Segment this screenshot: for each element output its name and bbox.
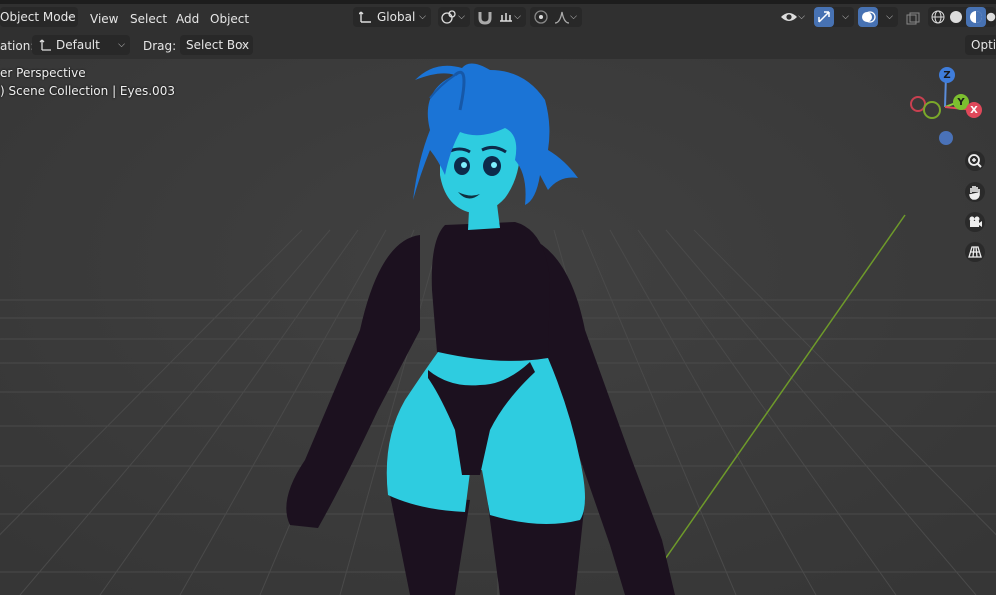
- menu-object[interactable]: Object: [210, 12, 249, 26]
- proportional-icon: [533, 9, 549, 25]
- visibility-icon: [780, 9, 798, 25]
- orientation-value: Default: [56, 38, 100, 52]
- chevron-down-icon: ⌵: [798, 12, 805, 22]
- chevron-down-icon: ⌵: [458, 12, 465, 22]
- solid-icon[interactable]: [948, 9, 964, 25]
- chevron-down-icon: ⌵: [886, 12, 893, 22]
- chevron-down-icon: ⌵: [514, 12, 521, 22]
- options-label: Optic: [971, 38, 996, 52]
- shading-mode-group[interactable]: [928, 7, 996, 27]
- menu-add[interactable]: Add: [176, 12, 199, 26]
- drag-field-label: Drag:: [143, 39, 177, 53]
- chevron-down-icon: ⌵: [419, 12, 426, 22]
- orientation-icon: [37, 37, 53, 53]
- snap-icon: [441, 9, 457, 25]
- mode-label: Object Mode: [0, 10, 76, 24]
- chevron-down-icon: ⌵: [570, 12, 577, 22]
- x-axis-handle[interactable]: X: [966, 102, 982, 118]
- chevron-down-icon: ⌵: [118, 40, 125, 50]
- grid-icon[interactable]: [961, 238, 989, 266]
- rendered-icon[interactable]: [986, 9, 996, 25]
- mode-dropdown[interactable]: Object Mode ⌵: [0, 7, 78, 27]
- collection-path: ) Scene Collection | Eyes.003: [0, 84, 175, 98]
- menu-view[interactable]: View: [90, 12, 118, 26]
- orientation-field-label: ation:: [0, 39, 35, 53]
- drag-dropdown[interactable]: Select Box ⌵: [180, 35, 253, 55]
- orientation-dropdown[interactable]: Default ⌵: [32, 35, 130, 55]
- falloff-icon: [554, 9, 570, 25]
- options-button[interactable]: Optic: [965, 35, 996, 55]
- menu-select[interactable]: Select: [130, 12, 167, 26]
- wireframe-icon[interactable]: [930, 9, 946, 25]
- chevron-down-icon: ⌵: [241, 40, 248, 50]
- chevron-down-icon: ⌵: [66, 12, 73, 22]
- zoom-icon[interactable]: [961, 147, 989, 175]
- orientation-label: Global: [377, 10, 416, 24]
- overlay-icon: [858, 7, 878, 27]
- snapping-group[interactable]: ⌵: [474, 7, 526, 27]
- proportional-editing-group[interactable]: ⌵: [530, 7, 582, 27]
- blender-app: Object Mode ⌵ View Select Add Object Glo…: [0, 0, 996, 595]
- gizmo-toggle[interactable]: ⌵: [814, 7, 854, 27]
- hand-icon[interactable]: [961, 178, 989, 206]
- camera-icon[interactable]: [961, 208, 989, 236]
- view-name: er Perspective: [0, 66, 86, 80]
- z-axis-handle[interactable]: Z: [939, 67, 955, 83]
- material-icon[interactable]: [966, 7, 986, 27]
- chevron-down-icon: ⌵: [842, 12, 849, 22]
- transform-orientation-dropdown[interactable]: Global ⌵: [353, 7, 431, 27]
- overlays-toggle[interactable]: ⌵: [858, 7, 898, 27]
- pivot-point-dropdown[interactable]: ⌵: [438, 7, 470, 27]
- orientation-icon: [358, 9, 374, 25]
- increment-icon: [498, 9, 514, 25]
- visibility-dropdown[interactable]: ⌵: [778, 7, 810, 27]
- drag-value: Select Box: [186, 38, 250, 52]
- gizmo-icon: [814, 7, 834, 27]
- tool-settings-bar: ation: Default ⌵ Drag: Select Box ⌵ Opti…: [0, 31, 996, 59]
- viewport-header: Object Mode ⌵ View Select Add Object Glo…: [0, 4, 996, 31]
- magnet-icon: [477, 9, 493, 25]
- xray-icon[interactable]: [904, 10, 922, 28]
